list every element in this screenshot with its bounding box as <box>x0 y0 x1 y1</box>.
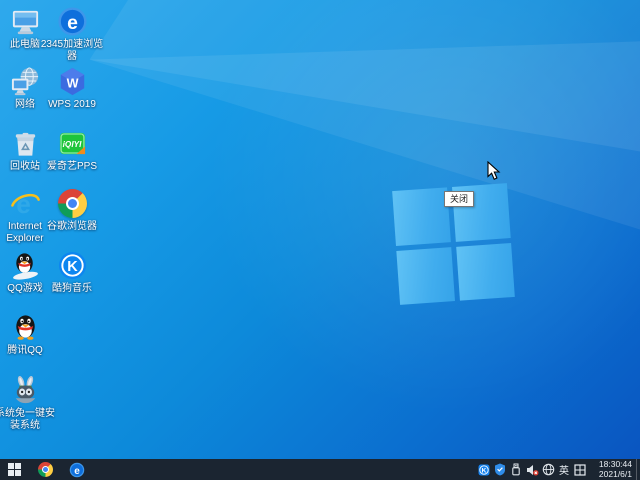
taskbar-left: e <box>0 459 91 480</box>
this-pc-icon <box>10 6 41 37</box>
desktop-icon-label: 谷歌浏览器 <box>47 221 97 233</box>
desktop-icon-label: 回收站 <box>10 161 40 173</box>
svg-text:K: K <box>67 259 78 275</box>
desktop-icon-label: WPS 2019 <box>48 99 96 111</box>
kugou-music-icon: K <box>57 250 88 281</box>
ime-grid-icon[interactable] <box>572 459 588 480</box>
google-chrome-icon <box>57 188 88 219</box>
windows-desktop-screen: 此电脑 e 2345加速浏览器 <box>0 0 640 480</box>
desktop-icon-label: 此电脑 <box>10 39 40 51</box>
mouse-cursor <box>487 161 501 186</box>
language-indicator[interactable]: 英 <box>556 459 572 480</box>
svg-text:e: e <box>67 12 78 34</box>
kugou-tray-icon[interactable]: K <box>476 459 492 480</box>
network-globe-icon[interactable] <box>540 459 556 480</box>
desktop-icon-label: 腾讯QQ <box>7 345 43 357</box>
system-tray: K <box>476 459 640 480</box>
wps-2019-icon: W <box>57 66 88 97</box>
taskbar-2345-browser-button[interactable]: e <box>62 459 91 480</box>
svg-text:e: e <box>16 189 31 219</box>
security-shield-icon[interactable] <box>492 459 508 480</box>
speaker-muted-icon[interactable] <box>524 459 540 480</box>
desktop-icon-iqiyi-pps[interactable]: iQIYI 爱奇艺PPS <box>39 128 105 173</box>
taskbar-chrome-button[interactable] <box>31 459 60 480</box>
desktop-icon-label: QQ游戏 <box>7 283 43 295</box>
svg-text:K: K <box>482 467 487 474</box>
taskbar: e K <box>0 459 640 480</box>
svg-text:iQIYI: iQIYI <box>62 140 81 149</box>
taskbar-clock[interactable]: 18:30:44 2021/6/1 <box>590 460 636 479</box>
desktop-icon-label: 酷狗音乐 <box>52 283 92 295</box>
internet-explorer-icon: e <box>10 188 41 219</box>
desktop-wallpaper: 此电脑 e 2345加速浏览器 <box>0 0 640 459</box>
2345-browser-icon: e <box>57 6 88 37</box>
show-desktop-button[interactable] <box>636 459 640 480</box>
system-rabbit-installer-icon <box>10 375 41 406</box>
windows-logo-pane <box>456 242 515 300</box>
close-tooltip: 关闭 <box>444 191 474 207</box>
svg-text:e: e <box>74 465 80 476</box>
desktop-icon-wps-2019[interactable]: W WPS 2019 <box>39 66 105 111</box>
windows-start-icon <box>8 463 21 476</box>
network-icon <box>10 66 41 97</box>
desktop-icon-label: 2345加速浏览器 <box>39 39 105 63</box>
desktop-icon-tencent-qq[interactable]: 腾讯QQ <box>0 312 58 357</box>
chrome-taskbar-icon <box>38 462 53 477</box>
windows-logo-pane <box>396 247 455 305</box>
desktop-icon-system-rabbit-installer[interactable]: 系统兔一键安装系统 <box>0 375 58 432</box>
tencent-qq-icon <box>10 312 41 343</box>
clock-date: 2021/6/1 <box>590 470 632 480</box>
desktop-icon-label: 爱奇艺PPS <box>47 161 97 173</box>
start-button[interactable] <box>0 459 29 480</box>
windows-logo-pane <box>392 187 451 245</box>
desktop-icon-kugou-music[interactable]: K 酷狗音乐 <box>39 250 105 295</box>
qq-games-icon <box>10 250 41 281</box>
usb-device-icon[interactable] <box>508 459 524 480</box>
recycle-bin-icon <box>10 128 41 159</box>
desktop-icon-google-chrome[interactable]: 谷歌浏览器 <box>39 188 105 233</box>
desktop-icon-label: 网络 <box>15 99 35 111</box>
2345-browser-taskbar-icon: e <box>69 462 85 478</box>
desktop-icon-2345-browser[interactable]: e 2345加速浏览器 <box>39 6 105 63</box>
svg-text:W: W <box>66 76 78 90</box>
iqiyi-pps-icon: iQIYI <box>57 128 88 159</box>
desktop-icon-label: 系统兔一键安装系统 <box>0 408 58 432</box>
